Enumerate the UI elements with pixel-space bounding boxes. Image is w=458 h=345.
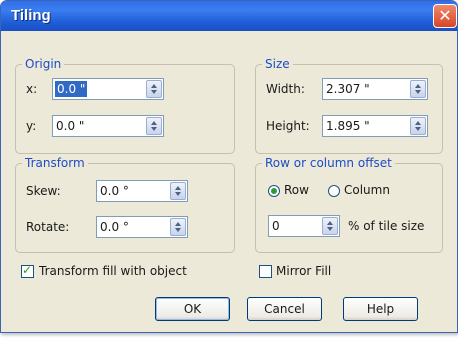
mirror-fill-checkbox[interactable] (259, 265, 272, 278)
title-bar[interactable]: Tiling ✕ (1, 1, 457, 31)
spin-down-icon[interactable] (415, 127, 421, 131)
spin-up-icon[interactable] (151, 84, 157, 88)
spin-down-icon[interactable] (151, 90, 157, 94)
rotate-input[interactable] (100, 219, 160, 235)
width-spinner[interactable] (410, 80, 426, 98)
dialog-title: Tiling (11, 7, 51, 24)
offset-amount-input[interactable] (272, 218, 312, 234)
transform-fill-checkbox[interactable]: ✓ (21, 263, 34, 278)
skew-input[interactable] (100, 183, 160, 199)
help-button[interactable]: Help (343, 297, 418, 321)
spin-up-icon[interactable] (415, 84, 421, 88)
origin-x-label: x: (26, 82, 38, 96)
ok-button[interactable]: OK (155, 297, 230, 321)
size-legend: Size (262, 57, 293, 71)
spin-up-icon[interactable] (175, 186, 181, 190)
cancel-button[interactable]: Cancel (247, 297, 322, 321)
offset-amount-spinner[interactable] (322, 217, 338, 235)
origin-y-spinner[interactable] (146, 117, 162, 135)
origin-group: Origin x: 0.0 " y: (15, 57, 235, 154)
skew-spinner[interactable] (170, 182, 186, 200)
spin-down-icon[interactable] (151, 127, 157, 131)
height-label: Height: (266, 119, 310, 133)
spin-down-icon[interactable] (415, 90, 421, 94)
row-radio-label[interactable]: Row (284, 183, 309, 197)
spin-up-icon[interactable] (415, 121, 421, 125)
spin-down-icon[interactable] (327, 227, 333, 231)
origin-legend: Origin (22, 57, 65, 71)
width-field[interactable] (322, 78, 428, 100)
size-group: Size Width: Height: (255, 57, 443, 154)
height-field[interactable] (322, 115, 428, 137)
rotate-spinner[interactable] (170, 218, 186, 236)
row-radio[interactable] (268, 185, 280, 197)
column-radio[interactable] (328, 185, 340, 197)
transform-group: Transform Skew: Rotate: (15, 156, 235, 253)
origin-y-label: y: (26, 119, 37, 133)
transform-fill-label[interactable]: Transform fill with object (39, 264, 187, 278)
mirror-fill-label[interactable]: Mirror Fill (276, 264, 331, 278)
checkmark-icon: ✓ (22, 263, 33, 277)
offset-legend: Row or column offset (262, 156, 395, 170)
skew-field[interactable] (96, 180, 188, 202)
spin-up-icon[interactable] (327, 221, 333, 225)
skew-label: Skew: (26, 184, 61, 198)
spin-down-icon[interactable] (175, 228, 181, 232)
height-input[interactable] (326, 118, 386, 134)
width-input[interactable] (326, 81, 386, 97)
origin-x-spinner[interactable] (146, 80, 162, 98)
close-icon: ✕ (438, 6, 452, 25)
origin-x-value[interactable]: 0.0 " (55, 81, 88, 97)
origin-y-field[interactable] (52, 115, 164, 137)
spin-up-icon[interactable] (151, 121, 157, 125)
offset-amount-field[interactable] (268, 215, 340, 237)
origin-y-input[interactable] (56, 118, 116, 134)
width-label: Width: (266, 82, 305, 96)
origin-x-field[interactable]: 0.0 " (52, 78, 164, 100)
spin-up-icon[interactable] (175, 222, 181, 226)
rotate-field[interactable] (96, 216, 188, 238)
radio-selected-dot (271, 188, 277, 194)
height-spinner[interactable] (410, 117, 426, 135)
close-button[interactable]: ✕ (433, 4, 457, 28)
tiling-dialog: Tiling ✕ Origin x: 0.0 " y: Size Width: (0, 0, 458, 333)
rotate-label: Rotate: (26, 220, 70, 234)
offset-group: Row or column offset Row Column % of til… (255, 156, 443, 253)
column-radio-label[interactable]: Column (344, 183, 390, 197)
transform-legend: Transform (22, 156, 88, 170)
offset-suffix-label: % of tile size (348, 219, 425, 233)
spin-down-icon[interactable] (175, 192, 181, 196)
